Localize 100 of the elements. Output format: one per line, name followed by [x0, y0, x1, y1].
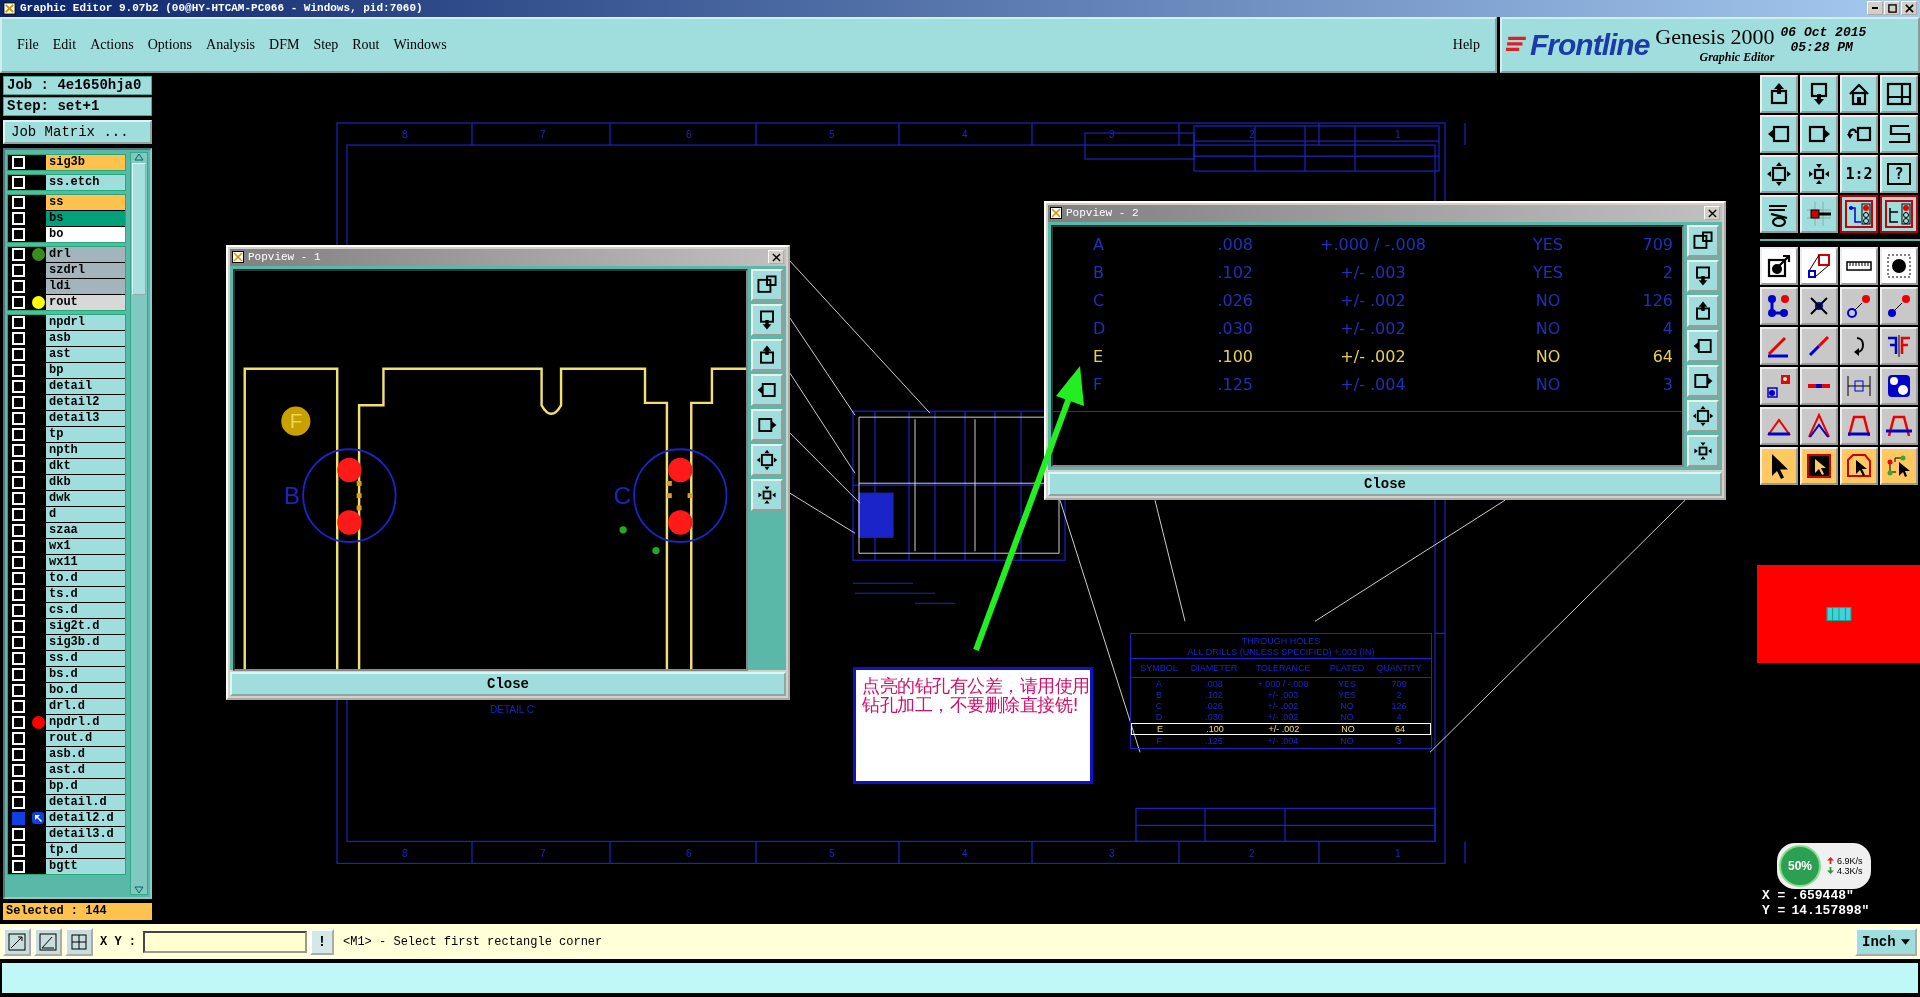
layer-name[interactable]: bo — [46, 226, 125, 242]
alert-button[interactable]: ! — [310, 928, 334, 955]
layer-name[interactable]: cs.d — [46, 602, 125, 618]
close-button[interactable]: Close — [230, 671, 786, 696]
layer-name[interactable]: bgtt — [46, 858, 125, 874]
view-button[interactable] — [751, 443, 783, 476]
layer-name[interactable]: asb — [46, 330, 125, 346]
menu-item[interactable]: File — [10, 34, 46, 55]
table-cell-text: 709 — [1641, 235, 1673, 255]
layer-name[interactable]: drl — [46, 246, 125, 262]
layer-name[interactable]: ast — [46, 346, 125, 362]
menu-item[interactable]: DFM — [262, 34, 307, 55]
menu-item[interactable]: Rout — [345, 34, 387, 55]
table-cell-text: NO — [1340, 723, 1356, 734]
scroll-up-icon[interactable] — [134, 152, 144, 161]
layer-name[interactable]: rout — [46, 294, 125, 310]
layer-name[interactable]: ts.d — [46, 586, 125, 602]
angle-tool-button[interactable] — [34, 927, 62, 956]
grid-tool-button[interactable] — [65, 927, 93, 956]
view-button[interactable] — [751, 408, 783, 441]
layer-name[interactable]: detail — [46, 378, 125, 394]
layer-name[interactable]: asb.d — [46, 746, 125, 762]
zoom-tool-button[interactable] — [3, 927, 31, 956]
view-button[interactable] — [751, 478, 783, 511]
layer-name[interactable]: drl.d — [46, 698, 125, 714]
maximize-icon — [1887, 3, 1897, 13]
layer-name[interactable]: szdrl — [46, 262, 125, 278]
layer-name[interactable]: ss — [46, 194, 125, 210]
view-button[interactable] — [1687, 329, 1719, 362]
layer-name[interactable]: sig2t.d — [46, 618, 125, 634]
table-cell-text: .102 — [1204, 689, 1224, 700]
units-dropdown[interactable]: Inch — [1855, 927, 1917, 956]
layer-name[interactable]: wx11 — [46, 554, 125, 570]
layer-name[interactable]: ss.d — [46, 650, 125, 666]
layer-name[interactable]: szaa — [46, 522, 125, 538]
layer-name[interactable]: bp.d — [46, 778, 125, 794]
layer-name[interactable]: sig3b — [46, 154, 125, 170]
layer-name[interactable]: bp — [46, 362, 125, 378]
layer-name[interactable]: dkt — [46, 458, 125, 474]
view-button[interactable] — [751, 338, 783, 371]
layer-name[interactable]: tp.d — [46, 842, 125, 858]
layer-name[interactable]: detail2 — [46, 394, 125, 410]
job-matrix-button[interactable]: Job Matrix ... — [3, 119, 152, 144]
menu-item[interactable]: Step — [306, 34, 346, 55]
layer-name[interactable]: npth — [46, 442, 125, 458]
upload-rate: 6.9K/s — [1837, 855, 1863, 866]
scroll-thumb[interactable] — [132, 162, 146, 295]
layer-name[interactable]: detail3.d — [46, 826, 125, 842]
view-button[interactable] — [751, 373, 783, 406]
layer-name[interactable]: wx1 — [46, 538, 125, 554]
layer-name[interactable]: bs.d — [46, 666, 125, 682]
close-button[interactable] — [768, 250, 784, 265]
menu-item[interactable]: Analysis — [199, 34, 263, 55]
circuit-icon — [1845, 199, 1873, 228]
layer-name[interactable]: ss.etch — [46, 174, 125, 190]
coordinate-input[interactable] — [143, 930, 307, 953]
view-button[interactable] — [1687, 399, 1719, 432]
view-button[interactable] — [1687, 224, 1719, 257]
layer-checkbox[interactable] — [12, 811, 25, 825]
layer-name[interactable]: ldi — [46, 278, 125, 294]
layer-name[interactable]: detail2.d — [46, 810, 125, 826]
layer-name[interactable]: bs — [46, 210, 125, 226]
layer-name[interactable]: to.d — [46, 570, 125, 586]
step-label: Step: set+1 — [3, 96, 152, 116]
layer-name[interactable]: d — [46, 506, 125, 522]
scale-button[interactable]: 1:2 — [1840, 154, 1878, 193]
tool-button[interactable] — [1840, 194, 1878, 233]
help-button[interactable]: ? — [1880, 154, 1918, 193]
close-button[interactable] — [1704, 206, 1720, 221]
layer-name[interactable]: npdrl.d — [46, 714, 125, 730]
menu-item[interactable]: Edit — [45, 34, 84, 55]
close-button[interactable]: Close — [1048, 471, 1722, 496]
table-cell-text: +/- .002 — [1267, 723, 1301, 734]
view-button[interactable] — [751, 268, 783, 301]
view-button[interactable] — [1687, 294, 1719, 327]
help-menu[interactable]: Help — [1445, 34, 1487, 55]
view-button[interactable] — [1687, 434, 1719, 467]
menu-item[interactable]: Options — [140, 34, 200, 55]
layer-name[interactable]: dkb — [46, 474, 125, 490]
layer-name[interactable]: ast.d — [46, 762, 125, 778]
view-button[interactable] — [1687, 364, 1719, 397]
maximize-button[interactable] — [1884, 1, 1900, 16]
layer-name[interactable]: bo.d — [46, 682, 125, 698]
layer-name[interactable]: sig3b.d — [46, 634, 125, 650]
menu-item[interactable]: Actions — [83, 34, 141, 55]
scrollbar[interactable] — [130, 151, 148, 896]
table-cell-text: +/- .003 — [1266, 689, 1300, 700]
minimize-button[interactable] — [1867, 1, 1883, 16]
menu-item[interactable]: Windows — [386, 34, 454, 55]
layer-name[interactable]: dwk — [46, 490, 125, 506]
tool-button[interactable] — [1880, 194, 1918, 233]
scroll-down-icon[interactable] — [134, 886, 144, 895]
layer-name[interactable]: rout.d — [46, 730, 125, 746]
layer-name[interactable]: detail3 — [46, 410, 125, 426]
layer-name[interactable]: detail.d — [46, 794, 125, 810]
layer-name[interactable]: tp — [46, 426, 125, 442]
view-button[interactable] — [751, 303, 783, 336]
close-button[interactable] — [1901, 1, 1917, 16]
view-button[interactable] — [1687, 259, 1719, 292]
layer-name[interactable]: npdrl — [46, 314, 125, 330]
